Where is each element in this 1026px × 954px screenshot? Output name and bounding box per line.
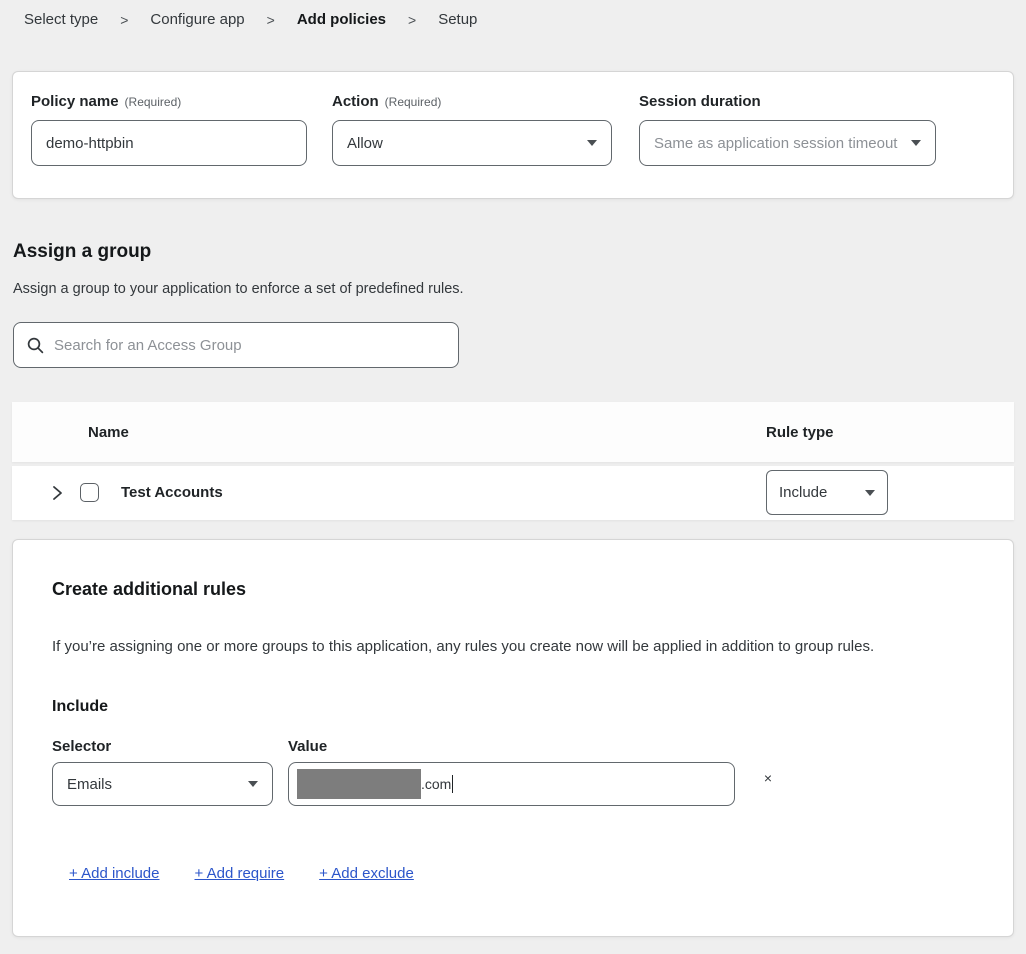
breadcrumb-separator: > xyxy=(120,12,128,28)
action-select[interactable]: Allow xyxy=(332,120,612,166)
search-icon xyxy=(27,337,44,354)
add-require-link[interactable]: + Add require xyxy=(195,865,285,882)
rule-type-select[interactable]: Include xyxy=(766,470,888,515)
breadcrumb-configure-app[interactable]: Configure app xyxy=(150,11,244,28)
breadcrumb-setup[interactable]: Setup xyxy=(438,11,477,28)
additional-rules-card: Create additional rules If you’re assign… xyxy=(12,539,1014,937)
rule-value-visible-text: .com xyxy=(421,776,451,792)
session-duration-field-group: Session duration Same as application ses… xyxy=(639,93,936,166)
breadcrumb-add-policies[interactable]: Add policies xyxy=(297,11,386,28)
remove-rule-button[interactable]: × xyxy=(760,770,776,786)
access-group-search-input[interactable]: Search for an Access Group xyxy=(13,322,459,368)
column-header-rule-type: Rule type xyxy=(766,424,834,441)
text-cursor xyxy=(452,775,453,793)
expand-chevron-right-icon[interactable] xyxy=(50,485,64,501)
action-field-group: Action (Required) Allow xyxy=(332,93,612,166)
policy-name-input[interactable]: demo-httpbin xyxy=(31,120,307,166)
breadcrumb-separator: > xyxy=(267,12,275,28)
policy-name-label: Policy name xyxy=(31,93,119,110)
group-table-header: Name Rule type xyxy=(12,402,1014,462)
selector-selected-value: Emails xyxy=(67,776,112,793)
table-row: Test Accounts Include xyxy=(12,466,1014,520)
chevron-down-icon xyxy=(587,140,597,146)
session-duration-select[interactable]: Same as application session timeout xyxy=(639,120,936,166)
group-name: Test Accounts xyxy=(121,484,223,501)
add-exclude-link[interactable]: + Add exclude xyxy=(319,865,414,882)
additional-rules-heading: Create additional rules xyxy=(52,579,246,600)
search-placeholder: Search for an Access Group xyxy=(54,337,242,354)
add-rule-links: + Add include + Add require + Add exclud… xyxy=(69,865,414,882)
value-label: Value xyxy=(288,738,327,755)
breadcrumb-select-type[interactable]: Select type xyxy=(24,11,98,28)
include-section-heading: Include xyxy=(52,698,108,716)
chevron-down-icon xyxy=(865,490,875,496)
row-checkbox[interactable] xyxy=(80,483,99,502)
action-label: Action xyxy=(332,93,379,110)
rule-value-input[interactable]: .com xyxy=(288,762,735,806)
policy-name-field-group: Policy name (Required) demo-httpbin xyxy=(31,93,307,166)
policy-basics-card: Policy name (Required) demo-httpbin Acti… xyxy=(12,71,1014,199)
chevron-down-icon xyxy=(248,781,258,787)
policy-name-value: demo-httpbin xyxy=(46,135,134,152)
assign-group-description: Assign a group to your application to en… xyxy=(13,281,464,297)
add-policies-page: Select type > Configure app > Add polici… xyxy=(0,0,1026,954)
selector-label: Selector xyxy=(52,738,111,755)
additional-rules-description: If you’re assigning one or more groups t… xyxy=(52,638,874,655)
session-duration-selected-value: Same as application session timeout xyxy=(654,135,897,152)
policy-name-required-hint: (Required) xyxy=(125,95,182,109)
add-include-link[interactable]: + Add include xyxy=(69,865,160,882)
action-selected-value: Allow xyxy=(347,135,383,152)
assign-group-heading: Assign a group xyxy=(13,241,151,263)
chevron-down-icon xyxy=(911,140,921,146)
breadcrumb: Select type > Configure app > Add polici… xyxy=(24,11,477,28)
action-required-hint: (Required) xyxy=(385,95,442,109)
session-duration-label: Session duration xyxy=(639,93,761,110)
rule-type-selected-value: Include xyxy=(779,484,827,501)
selector-select[interactable]: Emails xyxy=(52,762,273,806)
column-header-name: Name xyxy=(88,424,129,441)
redacted-value xyxy=(297,769,421,799)
breadcrumb-separator: > xyxy=(408,12,416,28)
